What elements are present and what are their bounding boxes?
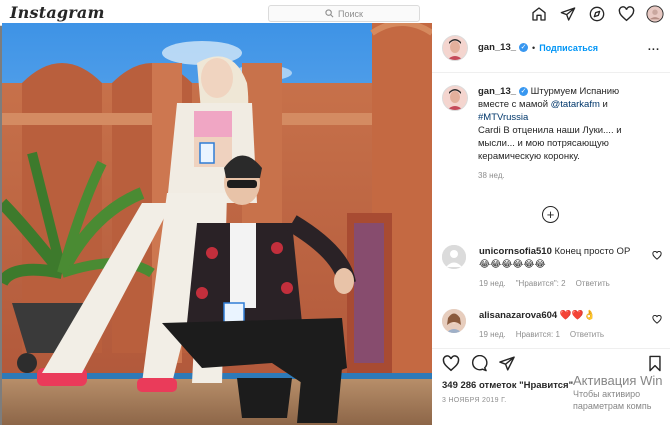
search-placeholder: Поиск	[338, 8, 363, 19]
separator-dot: •	[532, 42, 536, 53]
comment-username[interactable]: alisanazarova604	[479, 310, 557, 321]
post-header: gan_13_ ✓ • Подписаться ...	[432, 23, 670, 73]
post-caption: gan_13_ ✓ Штурмуем Испанию вместе с мамой…	[432, 73, 670, 163]
comment-item: alisanazarova604 ❤️❤️👌 19 нед. Нравится:…	[442, 309, 662, 341]
action-icons	[442, 354, 516, 374]
comment-like-heart-icon[interactable]	[652, 314, 662, 326]
hashtag-link[interactable]: #MTVrussia	[478, 112, 528, 123]
follow-button[interactable]: Подписаться	[539, 43, 598, 53]
comment-reply-button[interactable]: Ответить	[570, 328, 604, 341]
post-details-panel: gan_13_ ✓ • Подписаться ... gan_13_ ✓ Штур…	[432, 23, 670, 425]
instagram-app: Instagram Поиск gan_13_ ✓ • Подписаться …	[0, 0, 670, 425]
comment-age[interactable]: 19 нед.	[479, 328, 506, 341]
post-date[interactable]: 3 НОЯБРЯ 2019 Г.	[442, 397, 507, 404]
instagram-logo[interactable]: Instagram	[10, 3, 105, 22]
caption-verified-icon: ✓	[519, 86, 529, 96]
comment-meta: 19 нед. "Нравится": 2 Ответить	[479, 277, 639, 290]
verified-badge-icon: ✓	[519, 42, 529, 52]
comment-like-heart-icon[interactable]	[652, 250, 662, 262]
comment-avatar[interactable]	[442, 309, 466, 333]
watermark-line: параметрам компь	[573, 401, 652, 411]
plus-icon: +	[546, 207, 555, 222]
comment-item: unicornsofia510 Конец просто ОР😂😂😂😂😂😂 19…	[442, 245, 662, 290]
post-photo[interactable]	[2, 23, 432, 425]
caption-author-avatar[interactable]	[442, 85, 468, 111]
mention-link[interactable]: @tatarkafm	[551, 99, 600, 110]
share-icon[interactable]	[498, 355, 516, 374]
watermark-title: Активация Win	[573, 373, 663, 388]
search-icon	[325, 9, 334, 18]
bookmark-icon[interactable]	[648, 355, 662, 374]
load-more-comments-button[interactable]: +	[542, 206, 559, 223]
like-heart-icon[interactable]	[442, 355, 460, 374]
author-avatar[interactable]	[442, 34, 468, 61]
post-photo-illustration	[2, 23, 432, 425]
explore-icon[interactable]	[588, 5, 606, 23]
watermark-line: Чтобы активиро	[573, 389, 641, 399]
comment-text: ❤️❤️👌	[559, 310, 596, 321]
caption-rest: Cardi B отценила наши Луки.... и мысли..…	[478, 125, 622, 162]
comment-avatar[interactable]	[442, 245, 466, 269]
likes-count[interactable]: 349 286 отметок "Нравится"	[442, 380, 573, 391]
comment-likes[interactable]: "Нравится": 2	[516, 277, 566, 290]
profile-avatar[interactable]	[646, 5, 664, 23]
comment-icon[interactable]	[470, 354, 488, 374]
caption-age: 38 нед.	[478, 171, 505, 180]
comment-body: unicornsofia510 Конец просто ОР😂😂😂😂😂😂 19…	[479, 245, 639, 290]
more-options-icon[interactable]: ...	[648, 41, 660, 53]
caption-text: gan_13_ ✓ Штурмуем Испанию вместе с мамой…	[478, 85, 648, 163]
caption-conjunction: и	[599, 99, 608, 110]
comment-body: alisanazarova604 ❤️❤️👌 19 нед. Нравится:…	[479, 309, 639, 341]
comment-username[interactable]: unicornsofia510	[479, 246, 552, 257]
comment-likes[interactable]: Нравится: 1	[516, 328, 560, 341]
comment-age[interactable]: 19 нед.	[479, 277, 506, 290]
comment-reply-button[interactable]: Ответить	[576, 277, 610, 290]
windows-activation-watermark: Активация Win Чтобы активиро параметрам …	[573, 373, 662, 412]
comment-meta: 19 нед. Нравится: 1 Ответить	[479, 328, 639, 341]
home-icon[interactable]	[530, 5, 548, 23]
author-username[interactable]: gan_13_ ✓	[478, 42, 529, 53]
heart-icon[interactable]	[617, 5, 635, 23]
direct-icon[interactable]	[559, 5, 577, 23]
nav-icons	[530, 5, 664, 23]
search-input[interactable]: Поиск	[268, 5, 420, 22]
caption-username[interactable]: gan_13_	[478, 86, 516, 97]
